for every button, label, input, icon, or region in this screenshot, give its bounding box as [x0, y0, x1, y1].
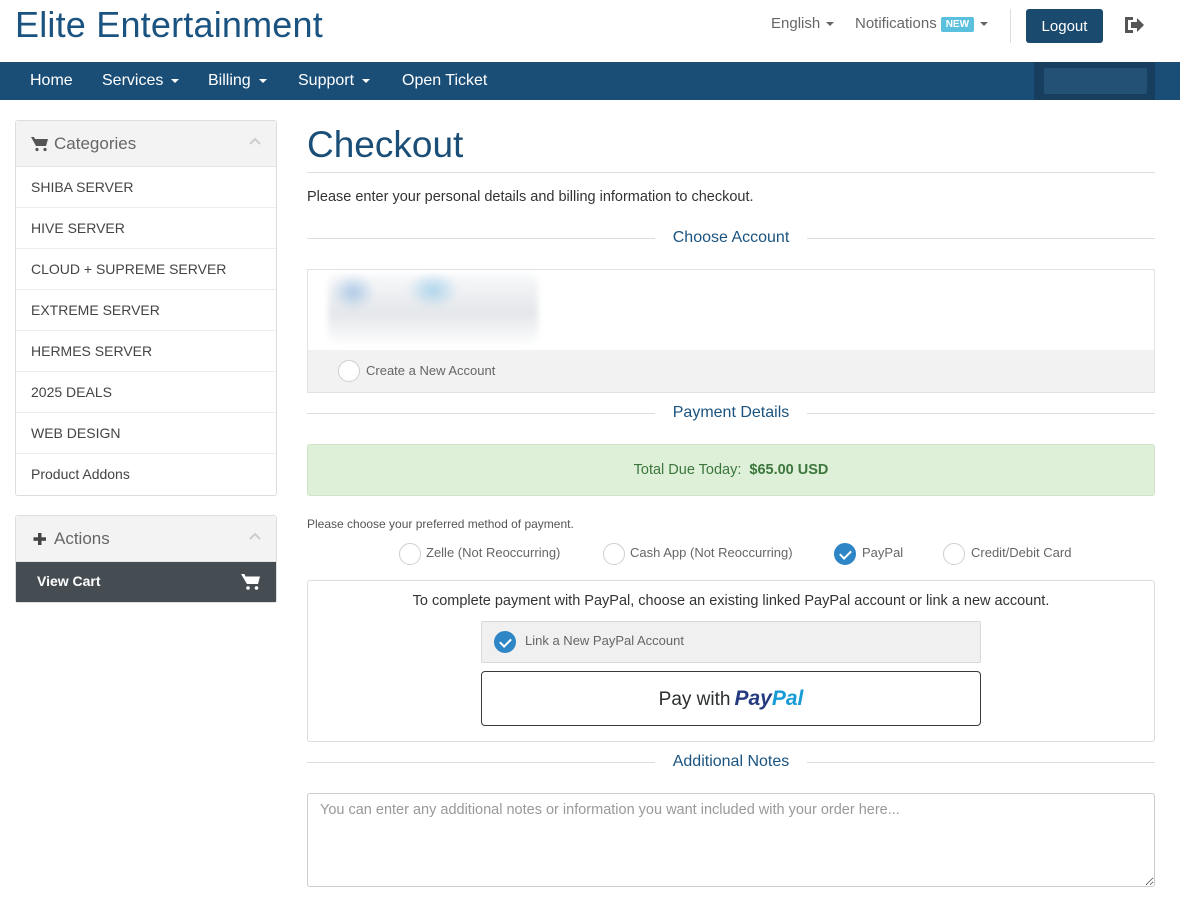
nav-support-label: Support [298, 72, 355, 89]
nav-billing-label: Billing [208, 72, 251, 89]
main-nav: Home Services Billing Support Open Ticke… [0, 62, 1180, 100]
choose-account-heading: Choose Account [307, 229, 1155, 249]
nav-services-label: Services [102, 72, 164, 89]
pay-with-paypal-button[interactable]: Pay with PayPal [481, 671, 981, 726]
caret-down-icon [362, 78, 371, 83]
nav-open-ticket[interactable]: Open Ticket [402, 72, 487, 90]
nav-support[interactable]: Support [298, 72, 371, 90]
notifications-label: Notifications [855, 15, 937, 32]
shopping-cart-icon [31, 137, 48, 152]
total-due-label: Total Due Today: [633, 462, 742, 478]
caret-down-icon [980, 22, 989, 27]
plus-icon [33, 533, 46, 545]
category-item[interactable]: 2025 DEALS [16, 372, 276, 413]
actions-panel-heading[interactable]: Actions [16, 516, 276, 562]
category-item[interactable]: SHIBA SERVER [16, 167, 276, 208]
nav-open-ticket-label: Open Ticket [402, 72, 488, 89]
intro-text: Please enter your personal details and b… [307, 189, 754, 205]
language-selector[interactable]: English [771, 15, 835, 32]
paypal-radio[interactable] [834, 543, 856, 565]
additional-notes-heading-text: Additional Notes [307, 753, 1155, 771]
caret-down-icon [258, 78, 267, 83]
nav-services[interactable]: Services [102, 72, 180, 90]
nav-account-area[interactable] [1034, 62, 1155, 100]
category-item[interactable]: HERMES SERVER [16, 331, 276, 372]
choose-account-heading-text: Choose Account [307, 229, 1155, 247]
choose-account-label: Choose Account [654, 229, 808, 246]
page-title: Checkout [307, 124, 464, 165]
caret-down-icon [171, 78, 180, 83]
choose-payment-text: Please choose your preferred method of p… [307, 517, 574, 531]
category-item[interactable]: HIVE SERVER [16, 208, 276, 249]
site-brand[interactable]: Elite Entertainment [15, 4, 323, 46]
additional-notes-textarea[interactable] [307, 793, 1155, 887]
title-divider [307, 172, 1155, 173]
actions-panel: Actions View Cart [15, 515, 277, 603]
language-label: English [771, 15, 821, 32]
notifications-menu[interactable]: Notifications NEW [855, 15, 989, 32]
logout-button[interactable]: Logout [1026, 9, 1103, 43]
create-account-option[interactable]: Create a New Account [308, 350, 1154, 392]
payment-details-heading: Payment Details [307, 404, 1155, 424]
zelle-radio[interactable] [399, 543, 421, 565]
category-item[interactable]: Product Addons [16, 454, 276, 495]
chevron-up-icon[interactable] [248, 530, 262, 544]
nav-billing[interactable]: Billing [208, 72, 267, 90]
link-paypal-radio[interactable] [494, 631, 516, 653]
cashapp-label: Cash App (Not Reoccurring) [630, 545, 793, 560]
chevron-up-icon[interactable] [248, 135, 262, 149]
link-new-paypal-option[interactable]: Link a New PayPal Account [481, 621, 981, 663]
nav-home-label: Home [30, 72, 73, 89]
card-label: Credit/Debit Card [971, 545, 1072, 560]
header-divider [1010, 9, 1011, 43]
categories-panel-heading[interactable]: Categories [16, 121, 276, 167]
account-selection-box: Create a New Account [307, 269, 1155, 393]
paypal-payment-box: To complete payment with PayPal, choose … [307, 580, 1155, 742]
total-due-value: $65.00 USD [749, 462, 829, 478]
nav-home[interactable]: Home [30, 72, 73, 90]
paypal-message: To complete payment with PayPal, choose … [412, 593, 1050, 609]
site-header: Elite Entertainment English Notification… [0, 0, 1180, 62]
view-cart-label: View Cart [37, 573, 101, 589]
new-badge: NEW [940, 16, 975, 32]
paypal-logo-pal: Pal [771, 687, 804, 710]
zelle-label: Zelle (Not Reoccurring) [426, 545, 561, 560]
shopping-cart-icon [241, 574, 260, 590]
additional-notes-label: Additional Notes [654, 753, 808, 770]
caret-down-icon [826, 22, 835, 27]
categories-title: Categories [54, 134, 137, 153]
sign-out-icon[interactable] [1122, 14, 1146, 36]
categories-panel: Categories SHIBA SERVER HIVE SERVER CLOU… [15, 120, 277, 496]
view-cart-item[interactable]: View Cart [16, 562, 276, 602]
payment-details-heading-text: Payment Details [307, 404, 1155, 422]
category-item[interactable]: WEB DESIGN [16, 413, 276, 454]
cashapp-radio[interactable] [603, 543, 625, 565]
paypal-logo-pay: Pay [734, 687, 772, 710]
actions-title: Actions [54, 529, 110, 548]
total-due-alert: Total Due Today: $65.00 USD [307, 444, 1155, 496]
link-paypal-label: Link a New PayPal Account [525, 633, 684, 648]
card-radio[interactable] [943, 543, 965, 565]
category-item[interactable]: EXTREME SERVER [16, 290, 276, 331]
blurred-existing-account[interactable] [328, 274, 538, 344]
pay-with-text: Pay with [658, 689, 731, 710]
paypal-label: PayPal [862, 545, 904, 560]
additional-notes-heading: Additional Notes [307, 753, 1155, 773]
blurred-account-name [1044, 68, 1147, 94]
create-account-radio[interactable] [338, 360, 360, 382]
paypal-logo: PayPal [734, 687, 803, 710]
create-account-label: Create a New Account [366, 363, 496, 378]
payment-details-label: Payment Details [654, 404, 808, 421]
category-item[interactable]: CLOUD + SUPREME SERVER [16, 249, 276, 290]
